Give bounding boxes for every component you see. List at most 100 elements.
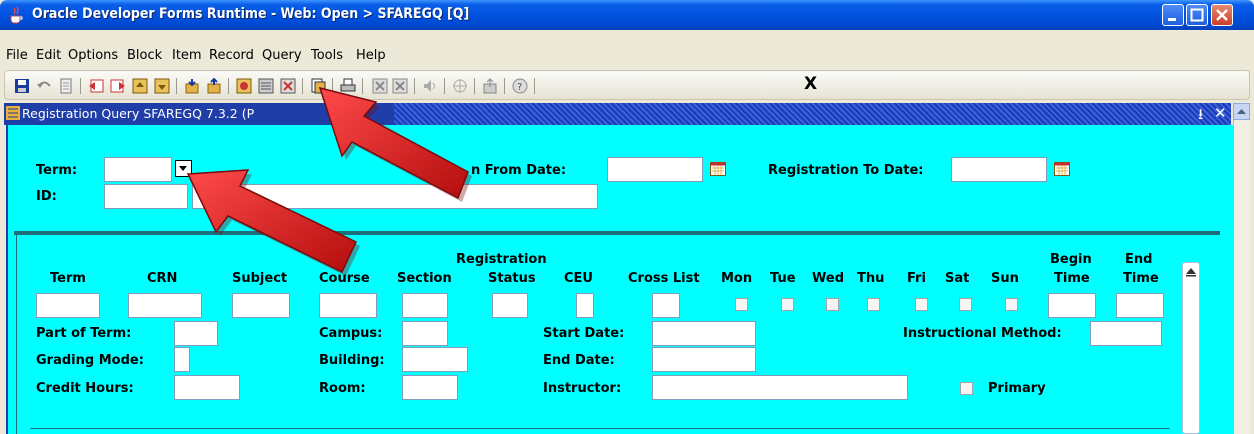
menu-item[interactable]: Item xyxy=(172,48,202,63)
execute-query-icon[interactable] xyxy=(206,78,222,94)
menu-file[interactable]: File xyxy=(6,48,28,63)
col-header-mon: Mon xyxy=(721,271,753,286)
instructor-input[interactable] xyxy=(652,375,908,400)
term-cell[interactable] xyxy=(36,293,100,318)
form-close-icon[interactable]: ✕ xyxy=(1214,104,1227,122)
room-input[interactable] xyxy=(402,375,458,400)
section-cell[interactable] xyxy=(402,293,448,318)
part-of-term-input[interactable] xyxy=(174,321,218,346)
next-record-icon[interactable] xyxy=(154,78,170,94)
annotation-arrow-term xyxy=(186,169,360,276)
remove-record-icon[interactable] xyxy=(280,78,296,94)
previous-block-icon[interactable] xyxy=(88,78,104,94)
duplicate-record-icon[interactable] xyxy=(258,78,274,94)
col-header-begin-time: Time xyxy=(1054,271,1090,286)
block-vertical-scrollbar[interactable] xyxy=(1182,262,1200,434)
menu-edit[interactable]: Edit xyxy=(36,48,61,63)
id-input[interactable] xyxy=(104,184,188,209)
building-label: Building: xyxy=(319,353,385,368)
save-icon[interactable] xyxy=(14,78,30,94)
menu-record[interactable]: Record xyxy=(209,48,254,63)
crn-cell[interactable] xyxy=(128,293,202,318)
end-date-label: End Date: xyxy=(543,353,615,368)
rollback-icon[interactable] xyxy=(36,78,52,94)
registration-to-date-label: Registration To Date: xyxy=(768,163,924,178)
exit-button[interactable]: X xyxy=(804,74,817,94)
close-icon xyxy=(1216,9,1228,21)
registration-from-date-input[interactable] xyxy=(607,157,703,182)
menu-tools[interactable]: Tools xyxy=(311,48,343,63)
campus-input[interactable] xyxy=(402,321,448,346)
menu-options[interactable]: Options xyxy=(68,48,118,63)
col-header-sat: Sat xyxy=(945,271,970,286)
window-vertical-scrollbar[interactable] xyxy=(1233,103,1250,434)
export-icon[interactable] xyxy=(482,78,498,94)
next-block-icon[interactable] xyxy=(110,78,126,94)
term-label: Term: xyxy=(36,163,78,178)
minimize-icon xyxy=(1168,18,1176,21)
previous-record-icon[interactable] xyxy=(132,78,148,94)
registration-status-cell[interactable] xyxy=(492,293,528,318)
menu-block[interactable]: Block xyxy=(127,48,162,63)
java-cup-icon xyxy=(10,6,23,24)
credit-hours-input[interactable] xyxy=(174,375,240,400)
print-document-icon[interactable] xyxy=(58,78,74,94)
form-window-title: Registration Query SFAREGQ 7.3.2 (P xyxy=(22,106,255,121)
window-title: Oracle Developer Forms Runtime - Web: Op… xyxy=(32,6,470,22)
enter-query-icon[interactable] xyxy=(184,78,200,94)
primary-checkbox[interactable] xyxy=(960,382,973,395)
tue-checkbox[interactable] xyxy=(781,298,794,311)
end-date-input[interactable] xyxy=(652,347,756,372)
begin-time-cell[interactable] xyxy=(1048,293,1096,318)
col-header-begin: Begin xyxy=(1050,252,1092,267)
ceu-cell[interactable] xyxy=(576,293,594,318)
credit-hours-label: Credit Hours: xyxy=(36,381,134,396)
form-window-icon xyxy=(6,106,20,120)
calendar-icon[interactable] xyxy=(1054,162,1070,176)
scroll-up-arrow-icon xyxy=(1237,109,1246,114)
registration-to-date-input[interactable] xyxy=(951,157,1047,182)
end-time-cell[interactable] xyxy=(1116,293,1164,318)
sun-checkbox[interactable] xyxy=(1005,298,1018,311)
id-label: ID: xyxy=(36,189,57,204)
menu-help[interactable]: Help xyxy=(356,48,386,63)
col-header-crn: CRN xyxy=(147,271,178,286)
mon-checkbox[interactable] xyxy=(735,298,748,311)
sat-checkbox[interactable] xyxy=(959,298,972,311)
col-header-fri: Fri xyxy=(907,271,926,286)
record-separator-line xyxy=(30,428,1170,429)
start-date-label: Start Date: xyxy=(543,326,625,341)
col-header-section: Section xyxy=(397,271,452,286)
thu-checkbox[interactable] xyxy=(867,298,880,311)
menu-query[interactable]: Query xyxy=(262,48,302,63)
insert-record-icon[interactable] xyxy=(236,78,252,94)
registration-from-date-label: n From Date: xyxy=(471,163,567,178)
grading-mode-input[interactable] xyxy=(174,347,190,372)
instructional-method-input[interactable] xyxy=(1090,321,1162,346)
svg-text:?: ? xyxy=(517,82,522,93)
grading-mode-label: Grading Mode: xyxy=(36,353,144,368)
wed-checkbox[interactable] xyxy=(826,298,839,311)
instructor-label: Instructor: xyxy=(543,381,622,396)
toolbar-separator xyxy=(228,78,229,94)
minimize-button[interactable] xyxy=(1162,4,1184,26)
window-scroll-up-button[interactable] xyxy=(1233,103,1250,120)
toolbar-separator xyxy=(80,78,81,94)
building-input[interactable] xyxy=(402,347,468,372)
col-header-registration: Registration xyxy=(456,252,547,267)
col-header-thu: Thu xyxy=(857,271,885,286)
primary-label: Primary xyxy=(988,381,1046,396)
course-cell[interactable] xyxy=(319,293,377,318)
fri-checkbox[interactable] xyxy=(915,298,928,311)
scroll-up-arrow-icon[interactable] xyxy=(1185,265,1197,279)
subject-cell[interactable] xyxy=(232,293,290,318)
term-input[interactable] xyxy=(104,157,172,182)
maximize-button[interactable] xyxy=(1186,4,1208,26)
calendar-icon[interactable] xyxy=(710,162,726,176)
col-header-tue: Tue xyxy=(770,271,796,286)
start-date-input[interactable] xyxy=(652,321,756,346)
col-header-end-time: Time xyxy=(1123,271,1159,286)
close-button[interactable] xyxy=(1211,4,1233,26)
help-icon[interactable]: ? xyxy=(512,78,528,94)
cross-list-cell[interactable] xyxy=(652,293,680,318)
